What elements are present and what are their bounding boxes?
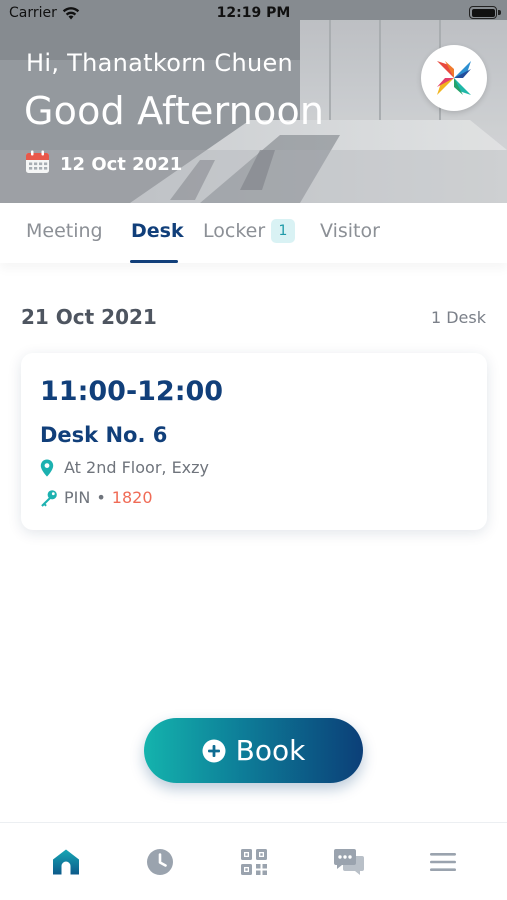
clock-icon <box>146 848 174 876</box>
nav-menu[interactable] <box>428 847 458 877</box>
user-greeting: Hi, Thanatkorn Chuen <box>26 49 294 77</box>
tab-visitor[interactable]: Visitor <box>320 220 380 242</box>
book-button-label: Book <box>235 734 306 767</box>
menu-icon <box>429 851 457 873</box>
current-date-text: 12 Oct 2021 <box>60 153 183 175</box>
nav-qr-scan[interactable] <box>239 847 269 877</box>
bottom-navigation <box>0 822 507 900</box>
book-button[interactable]: Book <box>144 718 363 783</box>
booking-date-heading: 21 Oct 2021 <box>21 305 157 329</box>
battery-tip <box>498 10 501 15</box>
tab-meeting[interactable]: Meeting <box>26 220 103 242</box>
pin-value: 1820 <box>111 488 153 507</box>
pin-separator: • <box>96 488 106 507</box>
location-text: At 2nd Floor, Exzy <box>64 458 210 477</box>
plus-circle-icon <box>202 739 226 763</box>
booking-pin: PIN • 1820 <box>40 488 153 507</box>
booking-location: At 2nd Floor, Exzy <box>40 458 209 477</box>
app-screen: Carrier 12:19 PM Hi, Thanatkorn Chuen Go… <box>0 0 507 900</box>
pin-label: PIN <box>64 488 91 507</box>
status-bar: Carrier 12:19 PM <box>0 0 507 28</box>
booking-count: 1 Desk <box>430 308 486 327</box>
active-tab-indicator <box>130 260 178 263</box>
tab-desk[interactable]: Desk <box>131 220 184 242</box>
header-banner: Carrier 12:19 PM Hi, Thanatkorn Chuen Go… <box>0 0 507 203</box>
locker-count-badge: 1 <box>271 219 295 243</box>
booking-type-tabs: Meeting Desk Locker Visitor <box>0 203 507 263</box>
current-date: 12 Oct 2021 <box>25 150 182 178</box>
booking-time: 11:00-12:00 <box>40 376 224 407</box>
desk-booking-card[interactable]: 11:00-12:00 Desk No. 6 At 2nd Floor, Exz… <box>21 353 487 530</box>
chat-icon <box>333 848 365 876</box>
tab-locker[interactable]: Locker <box>203 220 265 242</box>
location-pin-icon <box>40 459 58 477</box>
home-icon <box>51 848 81 876</box>
qr-code-icon <box>240 848 268 876</box>
desk-name: Desk No. 6 <box>40 423 168 447</box>
calendar-icon <box>25 150 50 178</box>
time-of-day-greeting: Good Afternoon <box>24 89 325 133</box>
nav-history[interactable] <box>145 847 175 877</box>
nav-home[interactable] <box>51 847 81 877</box>
nav-messages[interactable] <box>334 847 364 877</box>
key-icon <box>40 489 58 507</box>
company-logo <box>421 45 487 111</box>
battery-icon <box>469 6 497 19</box>
status-time: 12:19 PM <box>216 5 291 21</box>
